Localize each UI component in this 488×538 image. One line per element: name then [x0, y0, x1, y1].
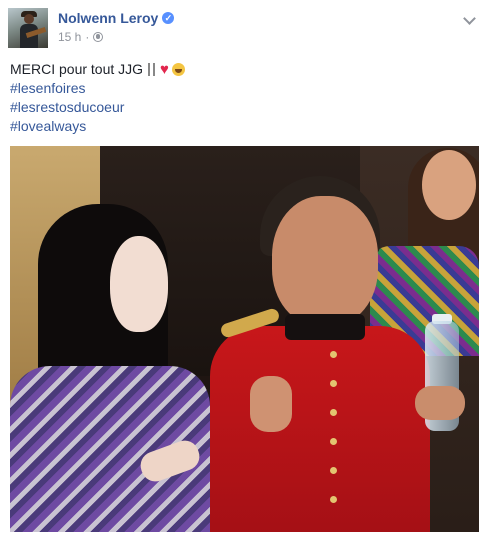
emoji-group: ♥ — [147, 61, 185, 78]
author-name[interactable]: Nolwenn Leroy — [58, 10, 158, 26]
man-collar — [285, 314, 365, 340]
verified-badge-icon: ✓ — [162, 12, 175, 24]
man-red-jacket — [210, 326, 430, 532]
hashtag-lesenfoires[interactable]: #lesenfoires — [10, 79, 185, 98]
cutlery-icon — [147, 63, 157, 76]
woman-right-face — [422, 150, 476, 220]
post-text: MERCI pour tout JJG ♥ #lesenfoires #lesr… — [10, 60, 185, 136]
post-photo[interactable] — [10, 146, 479, 532]
chevron-down-icon[interactable] — [463, 12, 476, 25]
timestamp-row: 15 h · — [58, 30, 174, 44]
author-row: Nolwenn Leroy ✓ — [58, 8, 175, 28]
woman-left-face — [110, 236, 168, 332]
hashtag-lovealways[interactable]: #lovealways — [10, 117, 185, 136]
face-icon — [171, 63, 185, 76]
avatar[interactable] — [8, 8, 48, 48]
message-line: MERCI pour tout JJG ♥ — [10, 60, 185, 79]
post-header: Nolwenn Leroy ✓ 15 h · — [8, 8, 175, 48]
man-face — [272, 196, 378, 326]
avatar-head — [24, 14, 34, 24]
post-meta: Nolwenn Leroy ✓ 15 h · — [58, 8, 175, 44]
hashtag-lesrestosducoeur[interactable]: #lesrestosducoeur — [10, 98, 185, 117]
man-right-hand — [415, 386, 465, 420]
globe-icon[interactable] — [93, 32, 104, 42]
message: MERCI pour tout JJG — [10, 61, 144, 77]
post-time[interactable]: 15 h — [58, 30, 81, 44]
jacket-buttons — [330, 351, 337, 525]
heart-icon: ♥ — [160, 61, 169, 78]
separator: · — [85, 30, 90, 44]
man-left-hand — [250, 376, 292, 432]
facebook-post: Nolwenn Leroy ✓ 15 h · MERCI pour tout J… — [0, 0, 488, 538]
